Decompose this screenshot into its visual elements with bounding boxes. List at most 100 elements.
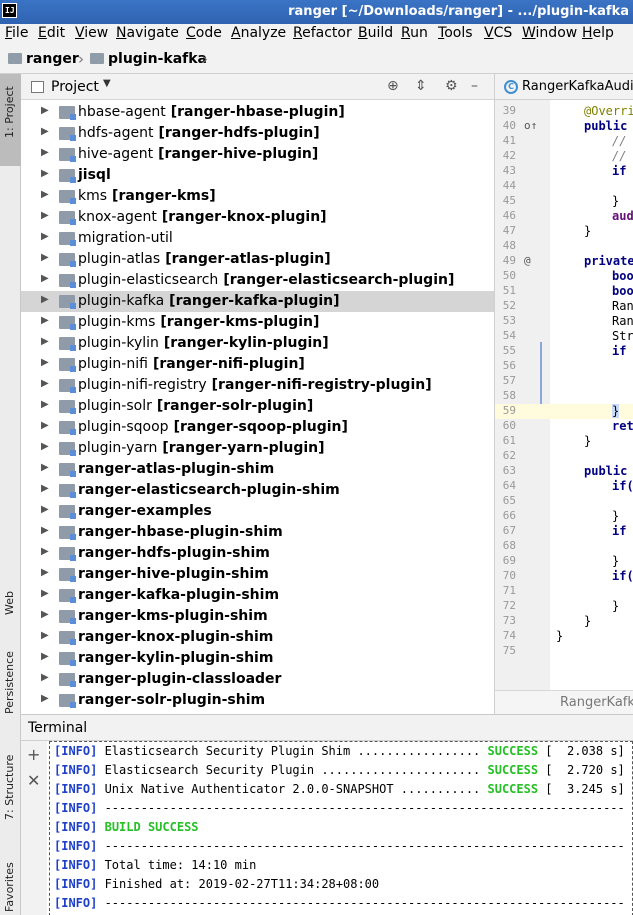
project-view-selector[interactable]: Project (51, 79, 99, 95)
expand-arrow-icon[interactable]: ▶ (41, 399, 49, 410)
tree-item[interactable]: ▶ ranger-examples (21, 501, 494, 522)
code-line[interactable]: 39 @Overri (495, 104, 633, 119)
code-line[interactable]: 66} (495, 509, 633, 524)
menu-code[interactable]: Code (186, 25, 222, 41)
code-line[interactable]: 65 (495, 494, 633, 509)
code-line[interactable]: 43 if (495, 164, 633, 179)
tree-item[interactable]: ▶ hive-agent [ranger-hive-plugin] (21, 144, 494, 165)
terminal-output[interactable]: [INFO] Elasticsearch Security Plugin Shi… (49, 741, 633, 915)
tree-item[interactable]: ▶ ranger-kms-plugin-shim (21, 606, 494, 627)
menu-file[interactable]: File (5, 25, 28, 41)
expand-arrow-icon[interactable]: ▶ (41, 525, 49, 536)
code-line[interactable]: 59} (495, 404, 633, 419)
code-line[interactable]: 67 if (495, 524, 633, 539)
expand-arrow-icon[interactable]: ▶ (41, 357, 49, 368)
code-line[interactable]: 63 public (495, 464, 633, 479)
code-line[interactable]: 60 ret (495, 419, 633, 434)
code-line[interactable]: 51 boo (495, 284, 633, 299)
menu-build[interactable]: Build (358, 25, 393, 41)
tree-item[interactable]: ▶ migration-util (21, 228, 494, 249)
code-line[interactable]: 68 (495, 539, 633, 554)
expand-arrow-icon[interactable]: ▶ (41, 483, 49, 494)
expand-arrow-icon[interactable]: ▶ (41, 210, 49, 221)
code-line[interactable]: 50 boo (495, 269, 633, 284)
code-line[interactable]: 44 (495, 179, 633, 194)
tab-persistence[interactable]: Persistence (0, 644, 21, 716)
tree-item[interactable]: ▶ ranger-hbase-plugin-shim (21, 522, 494, 543)
tree-item[interactable]: ▶ ranger-plugin-classloader (21, 669, 494, 690)
expand-arrow-icon[interactable]: ▶ (41, 546, 49, 557)
expand-arrow-icon[interactable]: ▶ (41, 651, 49, 662)
code-line[interactable]: 53 Ran (495, 314, 633, 329)
expand-arrow-icon[interactable]: ▶ (41, 588, 49, 599)
editor-breadcrumb-item[interactable]: RangerKafk (560, 695, 633, 710)
chevron-down-icon[interactable]: ▼ (103, 78, 111, 89)
code-line[interactable]: 61} (495, 434, 633, 449)
gutter-marker-icon[interactable]: @ (524, 254, 531, 267)
expand-arrow-icon[interactable]: ▶ (41, 441, 49, 452)
code-line[interactable]: 64 if( (495, 479, 633, 494)
tree-item[interactable]: ▶ ranger-hdfs-plugin-shim (21, 543, 494, 564)
code-line[interactable]: 54 Str (495, 329, 633, 344)
menu-analyze[interactable]: Analyze (231, 25, 286, 41)
code-line[interactable]: 72} (495, 599, 633, 614)
code-line[interactable]: 47} (495, 224, 633, 239)
expand-arrow-icon[interactable]: ▶ (41, 252, 49, 263)
tab-project[interactable]: 1: Project (0, 74, 21, 166)
expand-arrow-icon[interactable]: ▶ (41, 672, 49, 683)
code-line[interactable]: 74} (495, 629, 633, 644)
expand-arrow-icon[interactable]: ▶ (41, 336, 49, 347)
tree-item[interactable]: ▶ ranger-hive-plugin-shim (21, 564, 494, 585)
breadcrumb-item-ranger[interactable]: ranger (8, 51, 79, 67)
tree-item[interactable]: ▶ kms [ranger-kms] (21, 186, 494, 207)
code-line[interactable]: 75 (495, 644, 633, 659)
tree-item[interactable]: ▶ hdfs-agent [ranger-hdfs-plugin] (21, 123, 494, 144)
tree-item[interactable]: ▶ plugin-nifi-registry [ranger-nifi-regist… (21, 375, 494, 396)
close-session-icon[interactable]: ✕ (27, 771, 40, 790)
code-line[interactable]: 45} (495, 194, 633, 209)
gutter-marker-icon[interactable]: o↑ (524, 119, 537, 132)
tree-item[interactable]: ▶ ranger-kylin-plugin-shim (21, 648, 494, 669)
tab-web[interactable]: Web (0, 579, 21, 633)
code-line[interactable]: 71 (495, 584, 633, 599)
tree-item[interactable]: ▶ plugin-kafka [ranger-kafka-plugin] (21, 291, 494, 312)
code-line[interactable]: 48 (495, 239, 633, 254)
expand-arrow-icon[interactable]: ▶ (41, 693, 49, 704)
code-line[interactable]: 52 Ran (495, 299, 633, 314)
code-line[interactable]: 46 aud (495, 209, 633, 224)
tree-item[interactable]: ▶ plugin-solr [ranger-solr-plugin] (21, 396, 494, 417)
expand-arrow-icon[interactable]: ▶ (41, 273, 49, 284)
expand-arrow-icon[interactable]: ▶ (41, 378, 49, 389)
tree-item[interactable]: ▶ plugin-kylin [ranger-kylin-plugin] (21, 333, 494, 354)
expand-arrow-icon[interactable]: ▶ (41, 420, 49, 431)
code-line[interactable]: 56 (495, 359, 633, 374)
tree-item[interactable]: ▶ ranger-elasticsearch-plugin-shim (21, 480, 494, 501)
code-line[interactable]: 41 // (495, 134, 633, 149)
expand-arrow-icon[interactable]: ▶ (41, 504, 49, 515)
tree-item[interactable]: ▶ plugin-sqoop [ranger-sqoop-plugin] (21, 417, 494, 438)
tree-item[interactable]: ▶ plugin-atlas [ranger-atlas-plugin] (21, 249, 494, 270)
menu-vcs[interactable]: VCS (484, 25, 512, 41)
tree-item[interactable]: ▶ plugin-yarn [ranger-yarn-plugin] (21, 438, 494, 459)
tree-item[interactable]: ▶ plugin-nifi [ranger-nifi-plugin] (21, 354, 494, 375)
expand-arrow-icon[interactable]: ▶ (41, 567, 49, 578)
menu-view[interactable]: View (75, 25, 108, 41)
tree-item[interactable]: ▶ plugin-elasticsearch [ranger-elasticsear… (21, 270, 494, 291)
expand-arrow-icon[interactable]: ▶ (41, 168, 49, 179)
tree-item[interactable]: ▶ ranger-knox-plugin-shim (21, 627, 494, 648)
code-line[interactable]: 42 // (495, 149, 633, 164)
code-line[interactable]: 49 @ private (495, 254, 633, 269)
expand-arrow-icon[interactable]: ▶ (41, 294, 49, 305)
expand-arrow-icon[interactable]: ▶ (41, 609, 49, 620)
code-line[interactable]: 40 o↑ public (495, 119, 633, 134)
code-line[interactable]: 57 (495, 374, 633, 389)
breadcrumb-item-plugin-kafka[interactable]: plugin-kafka (90, 51, 207, 67)
expand-arrow-icon[interactable]: ▶ (41, 462, 49, 473)
expand-arrow-icon[interactable]: ▶ (41, 189, 49, 200)
code-line[interactable]: 69} (495, 554, 633, 569)
tab-favorites[interactable]: Favorites (0, 854, 21, 914)
new-session-icon[interactable]: + (27, 745, 40, 764)
menu-navigate[interactable]: Navigate (116, 25, 179, 41)
menu-tools[interactable]: Tools (438, 25, 473, 41)
editor-tab[interactable]: C RangerKafkaAudi (495, 74, 633, 100)
